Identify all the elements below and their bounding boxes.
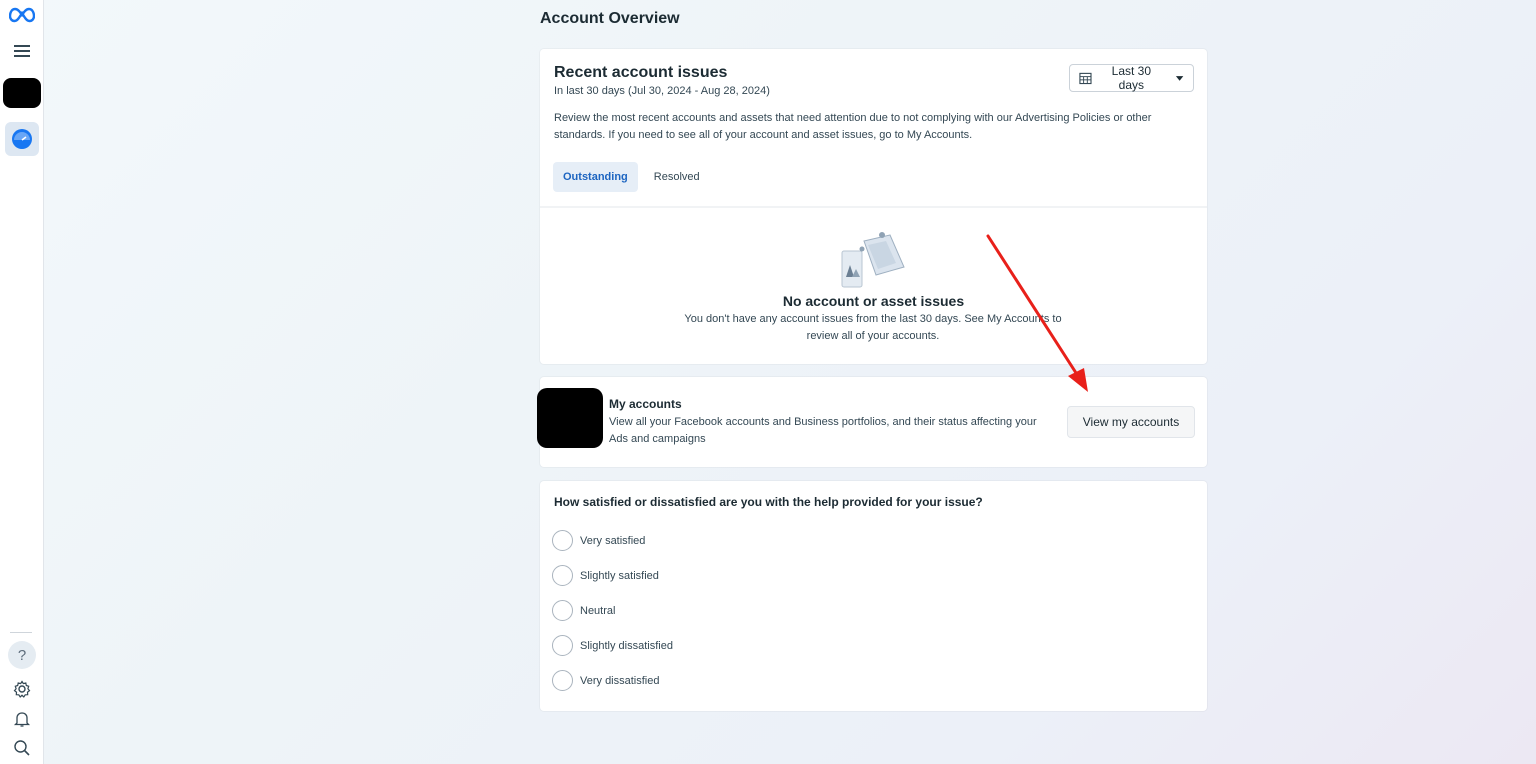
survey-option-very-satisfied[interactable]: Very satisfied: [552, 530, 645, 551]
left-nav-rail: ?: [0, 0, 44, 764]
view-my-accounts-button[interactable]: View my accounts: [1067, 406, 1195, 438]
recent-issues-title: Recent account issues: [554, 64, 728, 81]
satisfaction-survey-card: How satisfied or dissatisfied are you wi…: [540, 481, 1207, 711]
radio-button[interactable]: [552, 530, 573, 551]
radio-button[interactable]: [552, 670, 573, 691]
calendar-icon: [1079, 72, 1092, 85]
help-button[interactable]: ?: [0, 641, 44, 669]
redacted-account-avatar: [3, 78, 41, 108]
search-icon[interactable]: [0, 737, 44, 759]
page-title: Account Overview: [540, 10, 680, 27]
survey-option-label: Very satisfied: [580, 534, 646, 547]
account-switcher[interactable]: [0, 78, 44, 108]
help-icon: ?: [8, 641, 36, 669]
date-range-dropdown[interactable]: Last 30 days: [1069, 64, 1194, 92]
radio-button[interactable]: [552, 600, 573, 621]
survey-option-label: Neutral: [580, 604, 616, 617]
empty-state-title: No account or asset issues: [782, 293, 965, 309]
gear-icon[interactable]: [0, 678, 44, 700]
survey-option-label: Slightly satisfied: [580, 569, 659, 582]
redacted-avatar: [537, 388, 603, 448]
dashboard-icon: [12, 129, 32, 149]
tab-outstanding[interactable]: Outstanding: [553, 162, 638, 192]
survey-question: How satisfied or dissatisfied are you wi…: [554, 495, 983, 509]
recent-issues-description: Review the most recent accounts and asse…: [554, 112, 1152, 141]
rail-divider: [10, 632, 32, 633]
my-accounts-description: View all your Facebook accounts and Busi…: [609, 416, 1037, 445]
survey-option-very-dissatisfied[interactable]: Very dissatisfied: [552, 670, 659, 691]
radio-button[interactable]: [552, 635, 573, 656]
recent-issues-card: Recent account issues In last 30 days (J…: [540, 49, 1207, 364]
recent-issues-date-range: In last 30 days (Jul 30, 2024 - Aug 28, …: [554, 85, 770, 97]
empty-state-text: You don't have any account issues from t…: [684, 313, 1062, 342]
tab-resolved[interactable]: Resolved: [644, 162, 710, 192]
survey-option-neutral[interactable]: Neutral: [552, 600, 615, 621]
survey-option-slightly-dissatisfied[interactable]: Slightly dissatisfied: [552, 635, 673, 656]
date-range-label: Last 30 days: [1111, 64, 1152, 92]
meta-logo-icon[interactable]: [0, 3, 44, 27]
issues-tabs: Outstanding Resolved: [553, 162, 710, 192]
tabs-divider: [540, 206, 1207, 208]
survey-option-label: Very dissatisfied: [580, 674, 660, 687]
empty-state-illustration-icon: [841, 232, 905, 288]
radio-button[interactable]: [552, 565, 573, 586]
sidebar-item-account-overview[interactable]: [0, 122, 44, 156]
hamburger-menu-icon[interactable]: [0, 40, 44, 62]
survey-option-label: Slightly dissatisfied: [580, 639, 673, 652]
caret-down-icon: [1175, 76, 1184, 81]
bell-icon[interactable]: [0, 708, 44, 730]
my-accounts-title: My accounts: [609, 397, 682, 411]
survey-option-slightly-satisfied[interactable]: Slightly satisfied: [552, 565, 659, 586]
my-accounts-card: My accounts View all your Facebook accou…: [537, 377, 1207, 467]
